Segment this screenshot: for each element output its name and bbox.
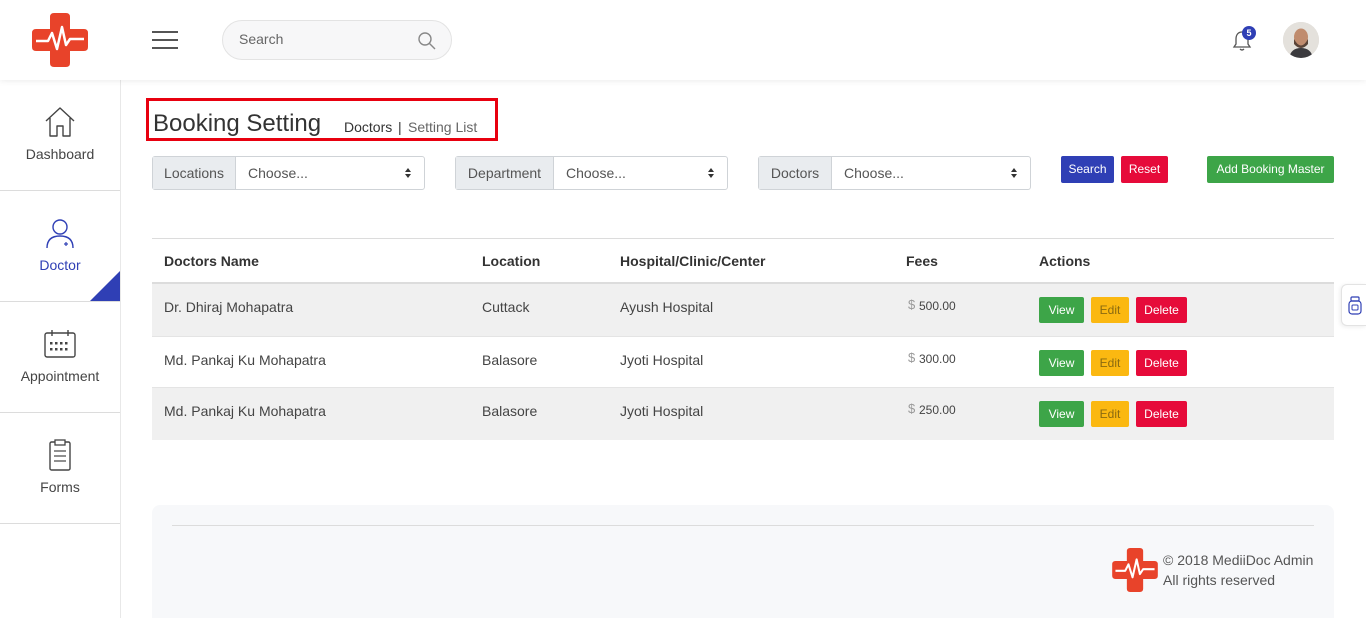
edit-button[interactable]: Edit	[1091, 350, 1129, 376]
column-header: Fees	[906, 253, 938, 269]
doctors-filter: Doctors Choose...	[758, 156, 1031, 190]
bottle-icon	[1348, 296, 1362, 315]
sidebar-item-dashboard[interactable]: Dashboard	[0, 80, 120, 191]
select-arrows-icon	[1011, 168, 1017, 178]
delete-button[interactable]: Delete	[1136, 350, 1187, 376]
table-row: Md. Pankaj Ku Mohapatra Balasore Jyoti H…	[152, 388, 1334, 440]
location: Cuttack	[482, 299, 530, 315]
booking-table: Doctors Name Location Hospital/Clinic/Ce…	[152, 238, 1334, 440]
search-bar[interactable]	[222, 20, 452, 60]
locations-select[interactable]: Choose...	[236, 157, 424, 189]
home-icon	[45, 107, 75, 137]
footer: © 2018 MediiDoc Admin All rights reserve…	[152, 505, 1334, 618]
page-title-box: Booking Setting Doctors | Setting List	[146, 98, 498, 141]
add-booking-master-button[interactable]: Add Booking Master	[1207, 156, 1334, 183]
rights-text: All rights reserved	[1163, 572, 1276, 588]
table-header: Doctors Name Location Hospital/Clinic/Ce…	[152, 238, 1334, 284]
top-header: 5	[0, 0, 1366, 80]
sidebar-item-label: Dashboard	[25, 146, 95, 162]
doctor-icon	[46, 219, 74, 249]
department-select[interactable]: Choose...	[554, 157, 727, 189]
delete-button[interactable]: Delete	[1136, 297, 1187, 323]
notification-badge: 5	[1242, 26, 1256, 40]
location: Balasore	[482, 403, 538, 419]
menu-toggle-icon[interactable]	[152, 31, 178, 49]
page-title: Booking Setting	[153, 110, 322, 137]
delete-button[interactable]: Delete	[1136, 401, 1187, 427]
view-button[interactable]: View	[1039, 350, 1084, 376]
fees: 250.00	[919, 403, 956, 417]
search-input[interactable]	[239, 31, 409, 47]
column-header: Doctors Name	[164, 253, 259, 269]
breadcrumb-doctors[interactable]: Doctors	[344, 119, 392, 135]
hospital: Jyoti Hospital	[620, 352, 704, 368]
footer-divider	[172, 525, 1314, 526]
column-header: Actions	[1039, 253, 1091, 269]
dollar-icon: $	[908, 350, 916, 365]
doctor-name: Md. Pankaj Ku Mohapatra	[164, 352, 326, 368]
copyright-text: © 2018 MediiDoc Admin	[1163, 552, 1314, 568]
calendar-icon	[44, 330, 76, 358]
breadcrumb-setting-list[interactable]: Setting List	[408, 119, 477, 135]
doctor-name: Md. Pankaj Ku Mohapatra	[164, 403, 326, 419]
hospital: Ayush Hospital	[620, 299, 714, 315]
table-row: Dr. Dhiraj Mohapatra Cuttack Ayush Hospi…	[152, 284, 1334, 336]
edit-button[interactable]: Edit	[1091, 297, 1129, 323]
sidebar: Dashboard Doctor Appointment Forms	[0, 80, 121, 618]
doctors-select[interactable]: Choose...	[832, 157, 1030, 189]
medical-cross-logo[interactable]	[32, 13, 88, 67]
sidebar-item-appointment[interactable]: Appointment	[0, 302, 120, 413]
search-icon[interactable]	[417, 31, 437, 51]
filter-label: Department	[456, 157, 554, 189]
active-indicator	[90, 271, 120, 301]
table-row: Md. Pankaj Ku Mohapatra Balasore Jyoti H…	[152, 336, 1334, 388]
view-button[interactable]: View	[1039, 401, 1084, 427]
search-button[interactable]: Search	[1061, 156, 1114, 183]
sidebar-item-label: Appointment	[20, 368, 100, 384]
select-arrows-icon	[405, 168, 411, 178]
location: Balasore	[482, 352, 538, 368]
column-header: Location	[482, 253, 541, 269]
department-filter: Department Choose...	[455, 156, 728, 190]
hospital: Jyoti Hospital	[620, 403, 704, 419]
medical-cross-logo	[1112, 548, 1158, 592]
dollar-icon: $	[908, 297, 916, 312]
edit-button[interactable]: Edit	[1091, 401, 1129, 427]
sidebar-item-forms[interactable]: Forms	[0, 413, 120, 524]
select-arrows-icon	[708, 168, 714, 178]
sidebar-item-doctor[interactable]: Doctor	[0, 191, 120, 302]
fees: 300.00	[919, 352, 956, 366]
filter-label: Locations	[153, 157, 236, 189]
user-avatar-icon	[1283, 22, 1319, 58]
column-header: Hospital/Clinic/Center	[620, 253, 766, 269]
doctor-name: Dr. Dhiraj Mohapatra	[164, 299, 294, 315]
clipboard-icon	[49, 439, 71, 471]
locations-filter: Locations Choose...	[152, 156, 425, 190]
sidebar-item-label: Forms	[40, 479, 80, 495]
avatar[interactable]	[1283, 22, 1319, 58]
reset-button[interactable]: Reset	[1121, 156, 1168, 183]
filter-label: Doctors	[759, 157, 832, 189]
fees: 500.00	[919, 299, 956, 313]
view-button[interactable]: View	[1039, 297, 1084, 323]
breadcrumb-separator: |	[398, 119, 402, 135]
dollar-icon: $	[908, 401, 916, 416]
floating-settings-tab[interactable]	[1341, 284, 1366, 326]
